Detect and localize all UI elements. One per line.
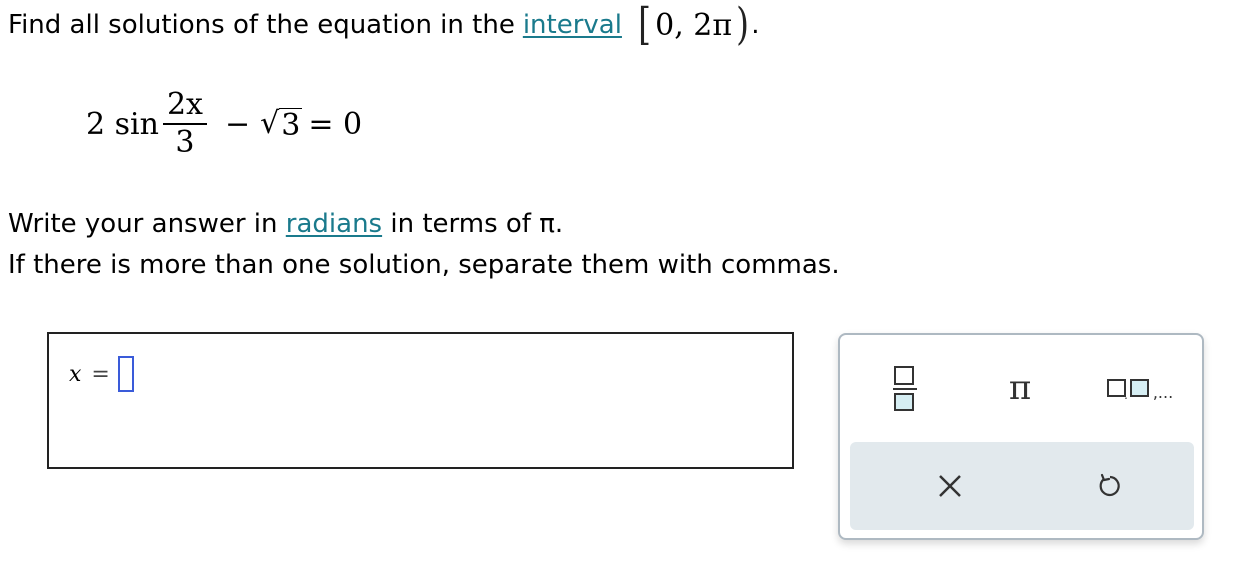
interval-link[interactable]: interval (523, 10, 622, 40)
list-button[interactable]: , ,... (1090, 355, 1190, 421)
instruction-line-1: Write your answer in radians in terms of… (8, 204, 840, 245)
instruction-line-1-prefix: Write your answer in (8, 209, 278, 239)
math-keypad: π , ,... (838, 333, 1204, 540)
answer-input[interactable] (117, 356, 134, 392)
undo-icon (1099, 473, 1120, 497)
equation-coefficient-sin: 2 sin (86, 106, 159, 142)
answer-equals: = (91, 361, 110, 387)
interval-open-bracket: [ (638, 0, 651, 50)
equation-sqrt: √ 3 (260, 105, 303, 143)
interval-value: 0, 2π (655, 7, 733, 43)
keypad-action-row (850, 442, 1194, 530)
list-icon: , (1106, 379, 1149, 399)
equation-rest: = 0 (308, 106, 363, 142)
pi-icon: π (1008, 368, 1032, 408)
equation-fraction: 2x 3 (162, 87, 207, 161)
svg-text:,: , (1124, 388, 1128, 399)
list-ellipsis: ,... (1152, 382, 1174, 402)
radians-link[interactable]: radians (286, 209, 382, 239)
question-prompt: Find all solutions of the equation in th… (8, 2, 760, 48)
fraction-icon (893, 366, 917, 411)
equation: 2 sin 2x 3 − √ 3 = 0 (86, 82, 362, 166)
instruction-line-1-suffix: in terms of π. (390, 209, 564, 239)
answer-variable: x (69, 361, 82, 387)
fraction-numerator: 2x (166, 87, 203, 123)
radical-symbol: √ (260, 105, 280, 141)
interval-period: . (751, 10, 760, 40)
instruction-line-2: If there is more than one solution, sepa… (8, 250, 840, 280)
pi-button[interactable]: π (990, 355, 1050, 421)
close-icon (939, 475, 961, 497)
clear-button[interactable] (920, 456, 980, 516)
prompt-text: Find all solutions of the equation in th… (8, 10, 515, 40)
answer-row: x = (69, 356, 134, 392)
radicand: 3 (279, 107, 303, 143)
instructions: Write your answer in radians in terms of… (8, 204, 840, 286)
answer-box[interactable]: x = (47, 332, 794, 469)
fraction-denominator: 3 (175, 124, 195, 160)
fraction-button[interactable] (880, 355, 930, 421)
interval-close-paren: ) (736, 0, 750, 50)
equation-minus: − (224, 106, 251, 142)
undo-button[interactable] (1080, 456, 1140, 516)
interval-expression: [ 0, 2π ) . (636, 0, 760, 50)
